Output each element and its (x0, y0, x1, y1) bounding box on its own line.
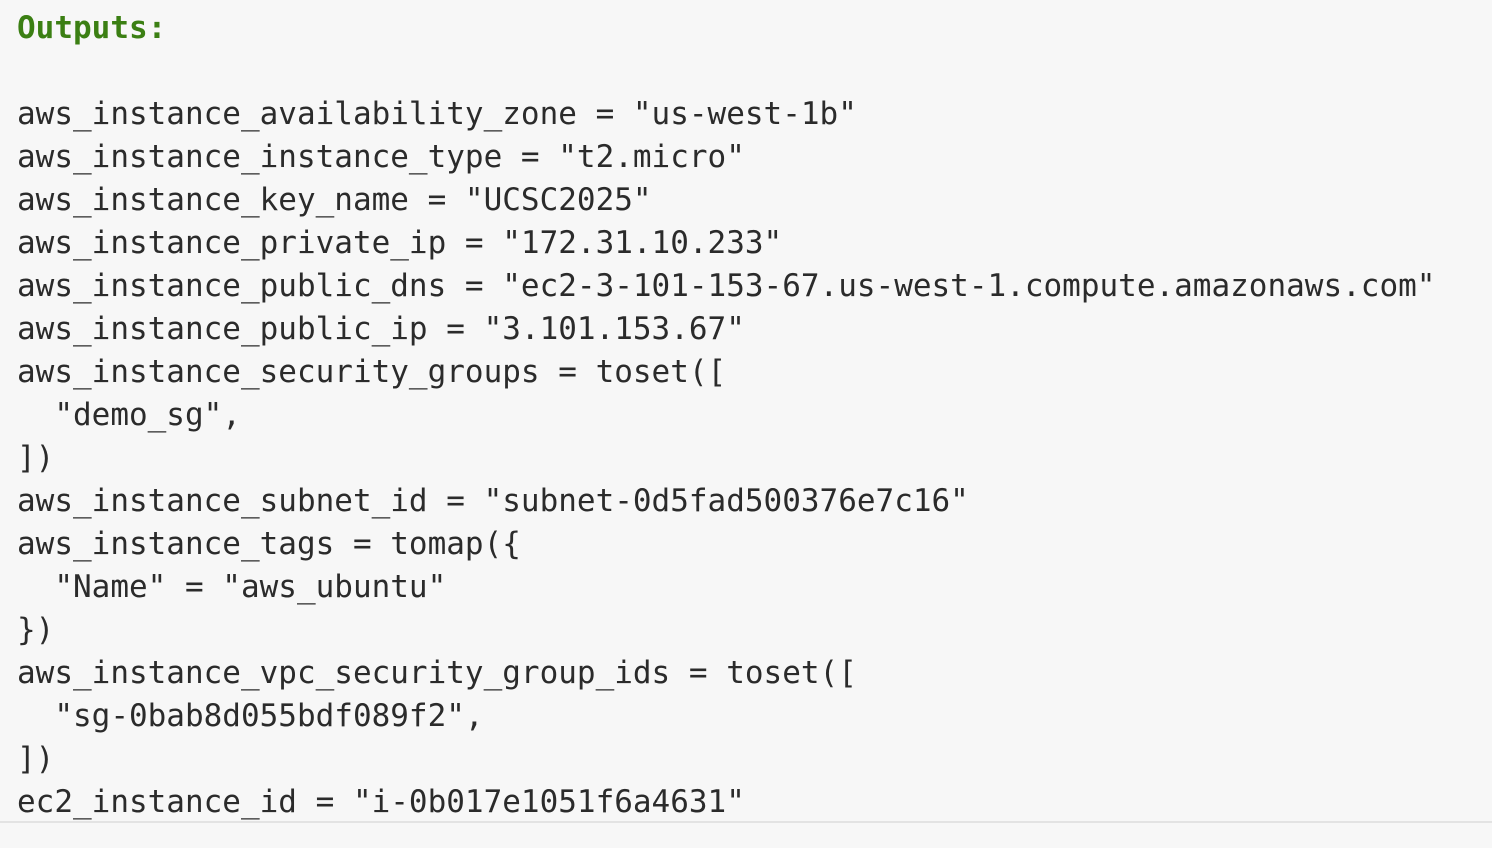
output-line-private-ip: aws_instance_private_ip = "172.31.10.233… (17, 225, 783, 261)
output-line-vpc-security-group-ids-open: aws_instance_vpc_security_group_ids = to… (17, 655, 857, 691)
outputs-header: Outputs: (17, 10, 167, 46)
output-line-tag-item: "Name" = "aws_ubuntu" (17, 569, 447, 605)
output-line-public-dns: aws_instance_public_dns = "ec2-3-101-153… (17, 268, 1436, 304)
output-line-availability-zone: aws_instance_availability_zone = "us-wes… (17, 96, 857, 132)
output-line-security-groups-close: ]) (17, 440, 55, 476)
output-line-vpc-security-group-ids-close: ]) (17, 741, 55, 777)
output-line-vpc-security-group-id-item: "sg-0bab8d055bdf089f2", (17, 698, 484, 734)
output-line-instance-type: aws_instance_instance_type = "t2.micro" (17, 139, 745, 175)
output-line-tags-open: aws_instance_tags = tomap({ (17, 526, 521, 562)
output-line-tags-close: }) (17, 612, 55, 648)
output-line-ec2-instance-id: ec2_instance_id = "i-0b017e1051f6a4631" (17, 784, 745, 820)
terminal-output-panel: Outputs: aws_instance_availability_zone … (0, 0, 1492, 823)
output-line-public-ip: aws_instance_public_ip = "3.101.153.67" (17, 311, 745, 347)
bottom-strip (0, 825, 1492, 848)
output-line-subnet-id: aws_instance_subnet_id = "subnet-0d5fad5… (17, 483, 969, 519)
output-line-key-name: aws_instance_key_name = "UCSC2025" (17, 182, 652, 218)
output-line-security-groups-open: aws_instance_security_groups = toset([ (17, 354, 727, 390)
output-line-security-group-item: "demo_sg", (17, 397, 241, 433)
